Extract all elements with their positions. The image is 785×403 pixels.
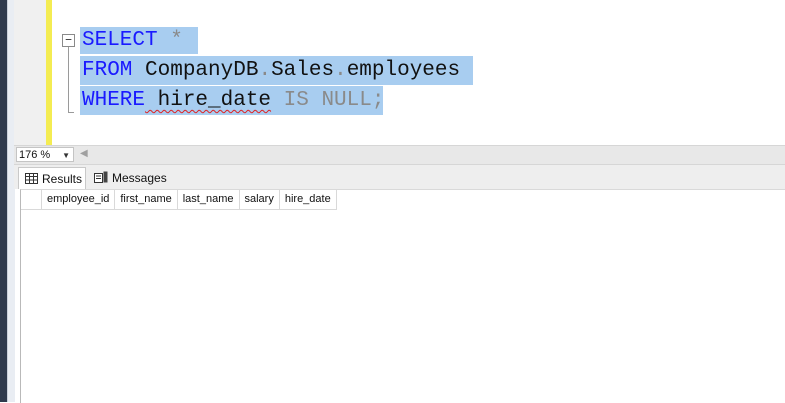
change-tracking-bar [46,0,52,145]
sql-table: employees [346,59,461,82]
editor-status-strip: 176 % ▼ ◀ [14,145,785,165]
code-line-1[interactable]: SELECT * [82,27,183,55]
sql-star: * [157,29,183,52]
column-header-last-name[interactable]: last_name [177,190,240,210]
tab-results-label: Results [42,172,83,186]
sql-keyword: WHERE [82,89,146,112]
sql-database: CompanyDB [132,59,259,82]
tab-messages-label: Messages [112,171,167,185]
sql-dot: . [258,59,272,82]
sql-dot: . [334,59,347,82]
line-number-gutter [14,0,46,145]
code-line-2[interactable]: FROM CompanyDB.Sales.employees [82,57,460,85]
sql-condition: IS NULL; [271,89,385,112]
tab-messages[interactable]: Messages [88,167,174,189]
chevron-down-icon[interactable]: ▼ [62,148,70,163]
query-editor[interactable]: − SELECT * FROM CompanyDB.Sales.employee… [14,0,785,145]
sql-keyword: FROM [82,59,133,82]
column-header-salary[interactable]: salary [239,190,280,210]
results-grid[interactable]: employee_id first_name last_name salary … [20,189,785,403]
fold-guide [68,47,69,113]
collapse-icon[interactable]: − [62,34,75,47]
results-tabbar: Results Messages [14,165,785,189]
code-line-3[interactable]: WHERE hire_date IS NULL; [82,87,384,115]
scroll-left-icon[interactable]: ◀ [80,148,88,159]
column-header-employee-id[interactable]: employee_id [42,190,116,210]
zoom-value: 176 % [19,149,51,161]
sql-keyword: SELECT [82,29,158,52]
grid-icon [25,169,38,191]
tab-results[interactable]: Results [18,167,86,189]
grid-corner-cell[interactable] [21,190,42,210]
column-header-first-name[interactable]: first_name [115,190,178,210]
zoom-dropdown[interactable]: 176 % ▼ [16,147,74,162]
fold-guide-end [68,112,74,113]
grid-header-row: employee_id first_name last_name salary … [21,190,337,210]
column-header-hire-date[interactable]: hire_date [279,190,337,210]
sql-schema: Sales [271,59,335,82]
messages-icon [94,168,108,190]
sql-column: hire_date [145,89,272,112]
